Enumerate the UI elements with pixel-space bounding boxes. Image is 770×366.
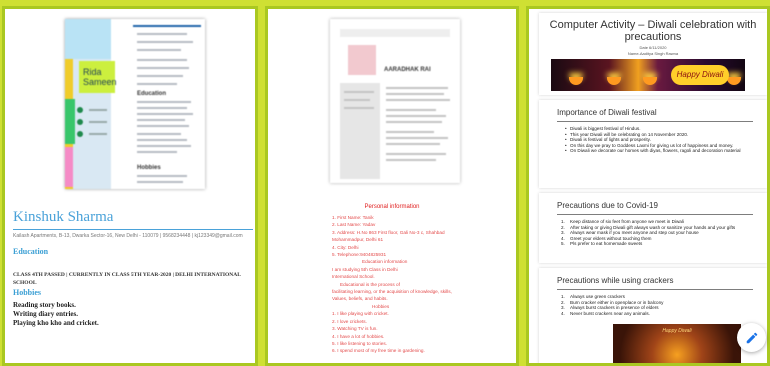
pencil-icon — [746, 332, 757, 344]
list-item: On Diwali we decorate our homes with diy… — [565, 148, 765, 154]
resume-thumb-name: Rida Sameen — [79, 61, 117, 93]
crackers-heading: Precautions while using crackers — [557, 276, 674, 285]
info-line: 1. First Name: Tanik — [332, 215, 374, 220]
slide-crackers-precautions: Precautions while using crackers 1. Alway… — [539, 268, 767, 363]
resume-thumb-hobbies: Hobbies — [137, 165, 161, 171]
info-line: 2. I love crickets. — [332, 318, 367, 324]
slide-title: Computer Activity – Diwali celebration w… — [539, 13, 767, 95]
list-item: 4. Never burst crackers near any animals. — [561, 310, 650, 316]
list-item: 5. Pls prefer to eat homemade sweets — [561, 241, 643, 247]
resume-photo — [348, 45, 376, 75]
hobby-item: Playing kho kho and cricket. — [13, 319, 99, 327]
info-line: I am studying 5th Class in Delhi — [332, 266, 398, 272]
resume-photo — [65, 19, 111, 59]
hobbies-list: Reading story books. Writing diary entri… — [13, 301, 99, 328]
personal-info-text: 1. First Name: Tanik 2. Last Name: Yadav… — [332, 214, 492, 355]
personal-info-title: Personal information — [364, 204, 420, 210]
info-line: 6. I spend most of my free time in garde… — [332, 348, 425, 354]
resume-thumb-education: Education — [137, 91, 167, 97]
resume-thumbnail: AARADHAK RAI — [330, 19, 460, 183]
info-line: 1. I like playing with cricket. — [332, 311, 389, 317]
info-line: 4. I have a lot of hobbies. — [332, 333, 385, 339]
info-line: International School. — [332, 274, 375, 280]
presentation-date: Date 6/11/2020 — [639, 45, 667, 50]
presentation-title: Computer Activity – Diwali celebration w… — [549, 19, 757, 43]
hobby-item: Reading story books. — [13, 301, 76, 309]
info-line: facilitating learning, or the acquisitio… — [332, 289, 452, 295]
resume-thumb-name: AARADHAK RAI — [384, 67, 431, 73]
education-heading: Education — [13, 247, 49, 256]
resume-address: Kailash Apartments, B-13, Dwarka Sector-… — [13, 233, 243, 239]
covid-heading: Precautions due to Covid-19 — [557, 201, 658, 210]
diwali-crackers-image: Happy Diwali — [613, 324, 741, 363]
info-line: 4. City: Delhi — [332, 244, 359, 250]
info-line: Values, beliefs, and habits. — [332, 296, 388, 302]
importance-heading: Importance of Diwali festival — [557, 108, 657, 117]
location-icon — [77, 131, 83, 137]
presentation-card-diwali[interactable]: Computer Activity – Diwali celebration w… — [526, 6, 770, 366]
info-line: 5. I like listening to stories. — [332, 340, 387, 346]
covid-list: 1. Keep distance of six feet from anyone … — [561, 219, 765, 247]
resume-name: Kinshuk Sharma — [13, 209, 114, 225]
resume-thumbnail: Rida Sameen Education Hobbies — [65, 19, 205, 189]
info-line: 2. Last Name: Yadav — [332, 222, 376, 228]
info-line: Mohammadpur, Delhi 61 — [332, 237, 384, 243]
importance-list: Diwali is biggest festival of Hindus. Th… — [565, 126, 765, 154]
slide-importance: Importance of Diwali festival Diwali is … — [539, 100, 767, 188]
hobby-item: Writing diary entries. — [13, 310, 79, 318]
info-line: 3. Address: H.No 863 First floor, Gali N… — [332, 229, 445, 235]
presentation-author: Name-Aaditya Singh Rawna — [627, 51, 679, 56]
happy-diwali-text: Happy Diwali — [671, 65, 729, 85]
info-line: Education information — [362, 259, 408, 265]
email-icon — [77, 119, 83, 125]
resume-card-kinshuk[interactable]: Rida Sameen Education Hobbies Kinshuk Sh… — [2, 6, 258, 366]
edit-button[interactable] — [737, 323, 766, 352]
resume-card-personal-info[interactable]: AARADHAK RAI Personal information 1. Fir… — [265, 6, 519, 366]
crackers-image-text: Happy Diwali — [662, 328, 692, 334]
diwali-banner-image: Happy Diwali — [551, 59, 745, 91]
phone-icon — [77, 107, 83, 113]
info-line: Educational is the process of — [340, 281, 400, 287]
crackers-list: 1. Always use green crackers 2. Burn crack… — [561, 294, 765, 316]
info-line: Hobbies — [372, 303, 390, 309]
info-line: 5. Telephone:9404825931 — [332, 252, 387, 258]
education-text: CLASS 4TH PASSED | CURRENTLY IN CLASS 5T… — [13, 272, 241, 286]
hobbies-heading: Hobbies — [13, 288, 42, 297]
info-line: 3. Watching TV is fun. — [332, 326, 378, 332]
slide-covid-precautions: Precautions due to Covid-19 1. Keep dista… — [539, 193, 767, 263]
